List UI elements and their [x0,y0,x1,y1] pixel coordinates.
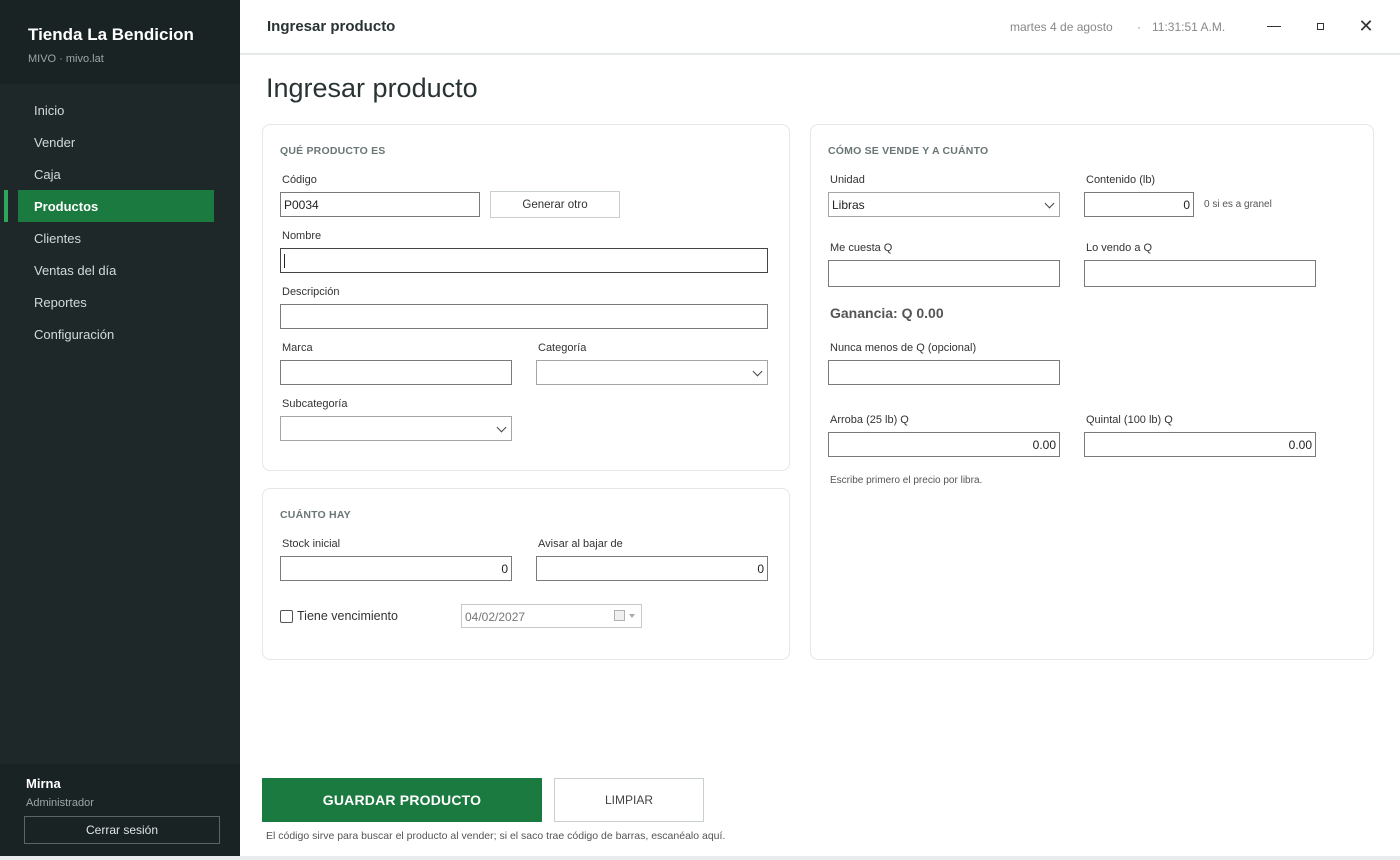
product-card: QUÉ PRODUCTO ES Código Generar otro Nomb… [262,124,790,471]
brand: Tienda La Bendicion MIVO · mivo.lat [0,0,240,84]
category-label: Categoría [538,342,587,354]
cost-input[interactable] [828,260,1060,287]
quintal-price-input[interactable] [1084,432,1316,457]
initial-stock-input[interactable] [280,556,512,581]
current-date: martes 4 de agosto [1010,20,1113,34]
user-name: Mirna [26,776,61,791]
text-cursor [284,254,285,268]
unit-label: Unidad [830,174,865,186]
profit-display: Ganancia: Q 0.00 [830,305,944,321]
brand-label: Marca [282,342,313,354]
price-label: Lo vendo a Q [1086,242,1153,254]
date-time-separator: · [1137,20,1141,34]
close-button[interactable]: ✕ [1354,14,1378,38]
brand-input[interactable] [280,360,512,385]
window-title: Ingresar producto [267,18,396,35]
sidebar-item-clientes[interactable]: Clientes [0,222,240,254]
price-input[interactable] [1084,260,1316,287]
cost-label: Me cuesta Q [830,242,893,254]
expiry-date-picker[interactable]: 04/02/2027 [461,604,642,628]
unit-select[interactable]: Libras [828,192,1060,217]
close-icon: ✕ [1358,15,1374,36]
category-select[interactable] [536,360,768,385]
current-time: 11:31:51 A.M. [1152,20,1226,34]
page-title: Ingresar producto [266,73,478,103]
stock-card: CUÁNTO HAY Stock inicial Avisar al bajar… [262,488,790,660]
sidebar-item-configuracion[interactable]: Configuración [0,318,240,350]
alert-threshold-input[interactable] [536,556,768,581]
chevron-down-icon [1046,196,1053,207]
sidebar-item-caja[interactable]: Caja [0,158,240,190]
brand-subtitle: MIVO · mivo.lat [28,53,104,65]
sidebar-item-vender[interactable]: Vender [0,126,240,158]
content-hint: 0 si es a granel [1204,199,1272,210]
chevron-down-icon [754,364,761,375]
name-input[interactable] [280,248,768,273]
arroba-label: Arroba (25 lb) Q [830,414,909,426]
expiry-date-value: 04/02/2027 [465,610,526,624]
save-product-button[interactable]: GUARDAR PRODUCTO [262,778,542,822]
alert-threshold-label: Avisar al bajar de [538,538,623,550]
minimize-button[interactable] [1262,14,1286,38]
main-content: Ingresar producto QUÉ PRODUCTO ES Código… [240,55,1400,856]
min-price-label: Nunca menos de Q (opcional) [830,342,977,354]
dropdown-arrow-icon [629,614,635,618]
content-input[interactable] [1084,192,1194,217]
maximize-icon [1316,22,1324,30]
subcategory-select[interactable] [280,416,512,441]
code-input[interactable] [280,192,480,217]
unit-value: Libras [832,198,865,212]
pricing-card-heading: CÓMO SE VENDE Y A CUÁNTO [828,145,989,157]
expiry-label[interactable]: Tiene vencimiento [297,609,398,623]
store-name: Tienda La Bendicion [28,25,194,44]
subcategory-label: Subcategoría [282,398,348,410]
expiry-checkbox[interactable] [280,610,293,623]
clear-button[interactable]: LIMPIAR [554,778,704,822]
initial-stock-label: Stock inicial [282,538,341,550]
code-footnote: El código sirve para buscar el producto … [266,830,726,842]
content-label: Contenido (lb) [1086,174,1156,186]
maximize-button[interactable] [1308,14,1332,38]
sidebar-nav: Inicio Vender Caja Productos Clientes Ve… [0,94,240,350]
min-price-input[interactable] [828,360,1060,385]
sidebar: Tienda La Bendicion MIVO · mivo.lat Inic… [0,0,240,856]
pricing-note: Escribe primero el precio por libra. [830,475,983,486]
quintal-label: Quintal (100 lb) Q [1086,414,1173,426]
code-label: Código [282,174,317,186]
user-role: Administrador [26,797,94,809]
calendar-icon [614,610,625,621]
description-input[interactable] [280,304,768,329]
sidebar-item-reportes[interactable]: Reportes [0,286,240,318]
chevron-down-icon [498,420,505,431]
user-panel: Mirna Administrador Cerrar sesión [0,764,240,856]
minimize-icon [1267,25,1281,27]
name-label: Nombre [282,230,322,242]
arroba-price-input[interactable] [828,432,1060,457]
pricing-card: CÓMO SE VENDE Y A CUÁNTO Unidad Libras C… [810,124,1374,660]
title-bar: Ingresar producto martes 4 de agosto · 1… [240,0,1400,54]
logout-button[interactable]: Cerrar sesión [24,816,220,844]
sidebar-item-productos[interactable]: Productos [4,190,214,222]
description-label: Descripción [282,286,340,298]
stock-card-heading: CUÁNTO HAY [280,509,351,521]
product-card-heading: QUÉ PRODUCTO ES [280,145,386,157]
sidebar-item-inicio[interactable]: Inicio [0,94,240,126]
generate-code-button[interactable]: Generar otro [490,191,620,218]
sidebar-item-ventas-del-dia[interactable]: Ventas del día [0,254,240,286]
